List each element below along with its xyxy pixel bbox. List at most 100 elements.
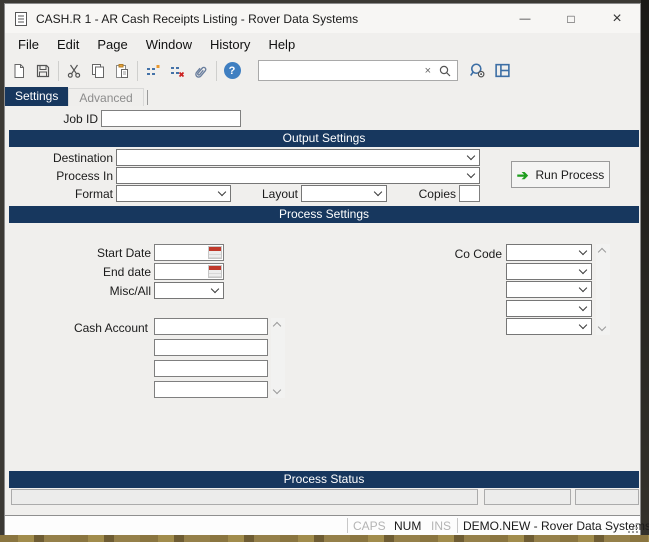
statusbar-separator: [347, 518, 348, 533]
menu-window[interactable]: Window: [137, 35, 201, 54]
chevron-down-icon: [218, 188, 226, 196]
process-in-label: Process In: [33, 169, 113, 183]
menu-history[interactable]: History: [201, 35, 259, 54]
lookup-eye-icon: [469, 62, 487, 80]
num-lock-indicator: NUM: [394, 519, 421, 533]
chevron-down-icon: [579, 284, 587, 292]
process-status-header: Process Status: [9, 471, 639, 488]
tab-settings[interactable]: Settings: [5, 87, 68, 106]
delete-rows-button[interactable]: [165, 59, 189, 83]
output-settings-header: Output Settings: [9, 130, 639, 147]
tab-divider: [147, 90, 148, 105]
process-in-select[interactable]: [116, 167, 480, 184]
help-icon: ?: [224, 62, 241, 79]
cash-account-input-3[interactable]: [154, 360, 268, 377]
desktop-edge-right: [641, 0, 649, 542]
end-date-label: End date: [69, 265, 151, 279]
status-panel-main: [11, 489, 478, 505]
toolbar-separator: [58, 61, 59, 81]
lookup-preview-button[interactable]: [466, 59, 490, 83]
copy-button[interactable]: [86, 59, 110, 83]
chevron-down-icon: [579, 303, 587, 311]
co-code-select-2[interactable]: [506, 263, 592, 280]
chevron-down-icon: [579, 266, 587, 274]
misc-all-select[interactable]: [154, 282, 224, 299]
cash-account-scrollbar[interactable]: [271, 318, 285, 398]
help-button[interactable]: ?: [220, 59, 244, 83]
save-button[interactable]: [31, 59, 55, 83]
toolbar: ? ×: [5, 56, 640, 85]
toolbar-search: ×: [258, 60, 458, 81]
chevron-down-icon: [579, 247, 587, 255]
end-date-field[interactable]: [154, 263, 224, 280]
start-date-label: Start Date: [69, 246, 151, 260]
chevron-down-icon: [467, 170, 475, 178]
co-code-select-4[interactable]: [506, 300, 592, 317]
statusbar-separator: [457, 518, 458, 533]
copies-input[interactable]: [459, 185, 480, 202]
co-code-select-3[interactable]: [506, 281, 592, 298]
scroll-up-icon[interactable]: [598, 248, 606, 256]
document-icon: [14, 11, 28, 27]
co-code-scrollbar[interactable]: [596, 244, 610, 335]
job-id-label: Job ID: [28, 112, 98, 126]
close-button[interactable]: ×: [594, 4, 640, 33]
attachment-icon[interactable]: [189, 59, 213, 83]
scroll-up-icon[interactable]: [273, 322, 281, 330]
status-panel-3: [575, 489, 639, 505]
search-input[interactable]: [264, 64, 425, 78]
menu-edit[interactable]: Edit: [48, 35, 88, 54]
co-code-label: Co Code: [420, 247, 502, 261]
scroll-down-icon[interactable]: [273, 386, 281, 394]
run-process-button[interactable]: ➔ Run Process: [511, 161, 610, 188]
cash-account-label: Cash Account: [46, 321, 148, 335]
cash-account-input-2[interactable]: [154, 339, 268, 356]
maximize-button[interactable]: □: [548, 4, 594, 33]
process-settings-header: Process Settings: [9, 206, 639, 223]
cash-account-input-4[interactable]: [154, 381, 268, 398]
tab-advanced[interactable]: Advanced: [68, 88, 143, 106]
caps-lock-indicator: CAPS: [353, 519, 386, 533]
scroll-down-icon[interactable]: [598, 323, 606, 331]
cut-button[interactable]: [62, 59, 86, 83]
paste-button[interactable]: [110, 59, 134, 83]
chevron-down-icon: [467, 152, 475, 160]
destination-label: Destination: [33, 151, 113, 165]
layout-label: Layout: [246, 187, 298, 201]
window-title: CASH.R 1 - AR Cash Receipts Listing - Ro…: [36, 12, 358, 26]
layout-select[interactable]: [301, 185, 387, 202]
app-window: CASH.R 1 - AR Cash Receipts Listing - Ro…: [4, 3, 641, 536]
chevron-down-icon: [579, 321, 587, 329]
resize-grip[interactable]: [628, 523, 638, 533]
menu-bar: File Edit Page Window History Help: [5, 33, 640, 56]
clear-search-icon[interactable]: ×: [425, 65, 431, 77]
window-layout-icon: [494, 62, 511, 79]
search-icon[interactable]: [438, 64, 452, 78]
co-code-select-5[interactable]: [506, 318, 592, 335]
status-panel-2: [484, 489, 571, 505]
window-layout-button[interactable]: [490, 59, 514, 83]
end-date-input[interactable]: [155, 264, 207, 279]
chevron-down-icon: [374, 188, 382, 196]
menu-file[interactable]: File: [9, 35, 48, 54]
cash-account-input-1[interactable]: [154, 318, 268, 335]
insert-rows-button[interactable]: [141, 59, 165, 83]
run-arrow-icon: ➔: [517, 168, 529, 182]
minimize-button[interactable]: —: [502, 4, 548, 33]
window-controls: — □ ×: [502, 4, 640, 33]
format-select[interactable]: [116, 185, 231, 202]
menu-help[interactable]: Help: [259, 35, 304, 54]
calendar-icon[interactable]: [208, 246, 222, 259]
menu-page[interactable]: Page: [88, 35, 136, 54]
start-date-input[interactable]: [155, 245, 207, 260]
job-id-input[interactable]: [101, 110, 241, 127]
format-label: Format: [53, 187, 113, 201]
status-bar: CAPS NUM INS DEMO.NEW - Rover Data Syste…: [5, 515, 640, 535]
co-code-select-1[interactable]: [506, 244, 592, 261]
destination-select[interactable]: [116, 149, 480, 166]
run-process-label: Run Process: [536, 168, 605, 182]
new-document-button[interactable]: [7, 59, 31, 83]
desktop-edge-bottom: [0, 535, 649, 542]
start-date-field[interactable]: [154, 244, 224, 261]
calendar-icon[interactable]: [208, 265, 222, 278]
